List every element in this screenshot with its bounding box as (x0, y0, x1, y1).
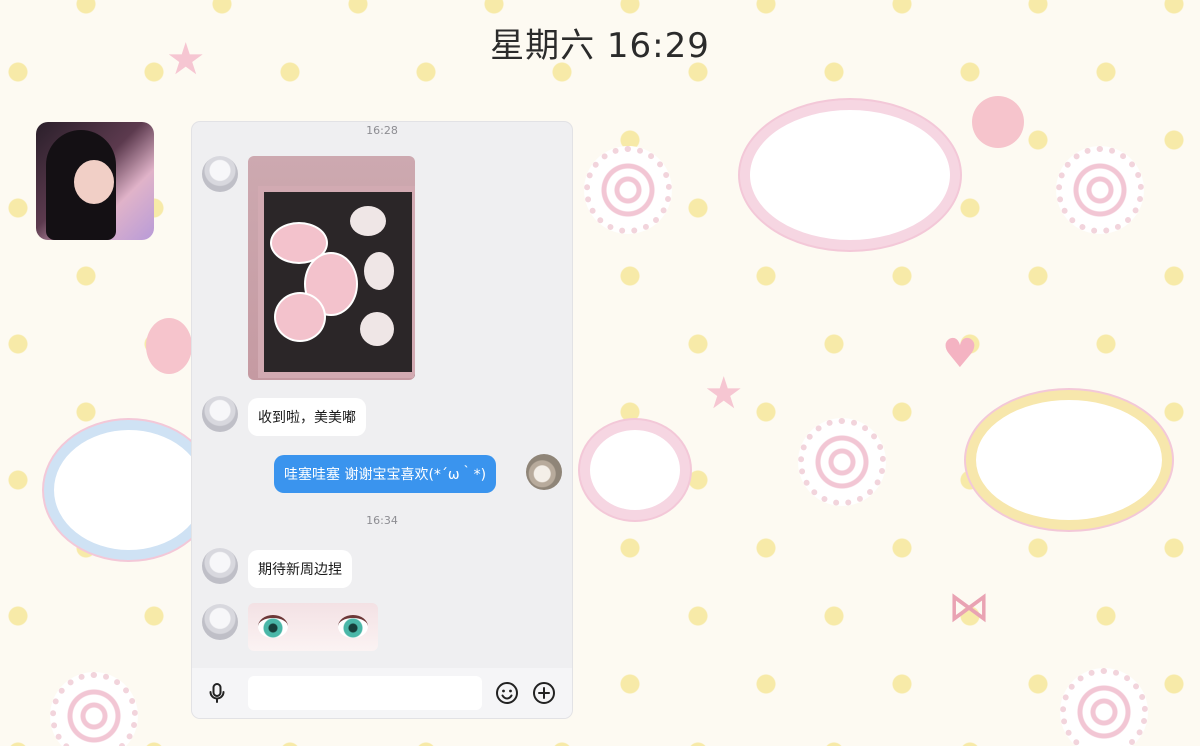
wallpaper-cat-bun (740, 100, 960, 250)
message-input[interactable] (248, 676, 482, 710)
wallpaper-strawberry (972, 96, 1024, 148)
message-bubble[interactable]: 收到啦，美美嘟 (248, 398, 366, 436)
message-bubble-self[interactable]: 哇塞哇塞 谢谢宝宝喜欢(*´ω｀*) (274, 455, 497, 493)
wallpaper-star: ★ (704, 368, 744, 419)
wallpaper-heart: ♥ (942, 331, 978, 377)
image-message[interactable] (248, 156, 415, 380)
other-avatar[interactable] (202, 548, 238, 584)
time-divider: 16:28 (366, 124, 398, 137)
contact-avatar[interactable] (36, 122, 154, 240)
time-divider: 16:34 (366, 514, 398, 527)
smiley-icon[interactable] (495, 681, 519, 705)
wallpaper-cat-bun (44, 420, 214, 560)
other-avatar[interactable] (202, 156, 238, 192)
status-bar-time: 星期六 16:29 (490, 26, 710, 66)
self-avatar[interactable] (526, 454, 562, 490)
sticker-message[interactable] (248, 603, 378, 651)
microphone-icon[interactable] (205, 681, 229, 705)
chat-panel: 16:28 收到啦，美美嘟 哇塞哇塞 谢谢宝宝喜欢(*´ω｀*) 16:34 期… (192, 122, 572, 718)
wallpaper-swirl (798, 418, 886, 506)
wallpaper-swirl (584, 146, 672, 234)
wallpaper-cat-bun (580, 420, 690, 520)
wallpaper-swirl (1056, 146, 1144, 234)
other-avatar[interactable] (202, 604, 238, 640)
input-bar (192, 668, 572, 718)
wallpaper-strawberry (146, 318, 192, 374)
wallpaper-cat-bun (966, 390, 1172, 530)
plus-circle-icon[interactable] (532, 681, 556, 705)
wallpaper-swirl (1060, 668, 1148, 746)
wallpaper-swirl (50, 672, 138, 746)
other-avatar[interactable] (202, 396, 238, 432)
message-bubble[interactable]: 期待新周边捏 (248, 550, 352, 588)
wallpaper-bow: ⋈ (948, 582, 990, 631)
